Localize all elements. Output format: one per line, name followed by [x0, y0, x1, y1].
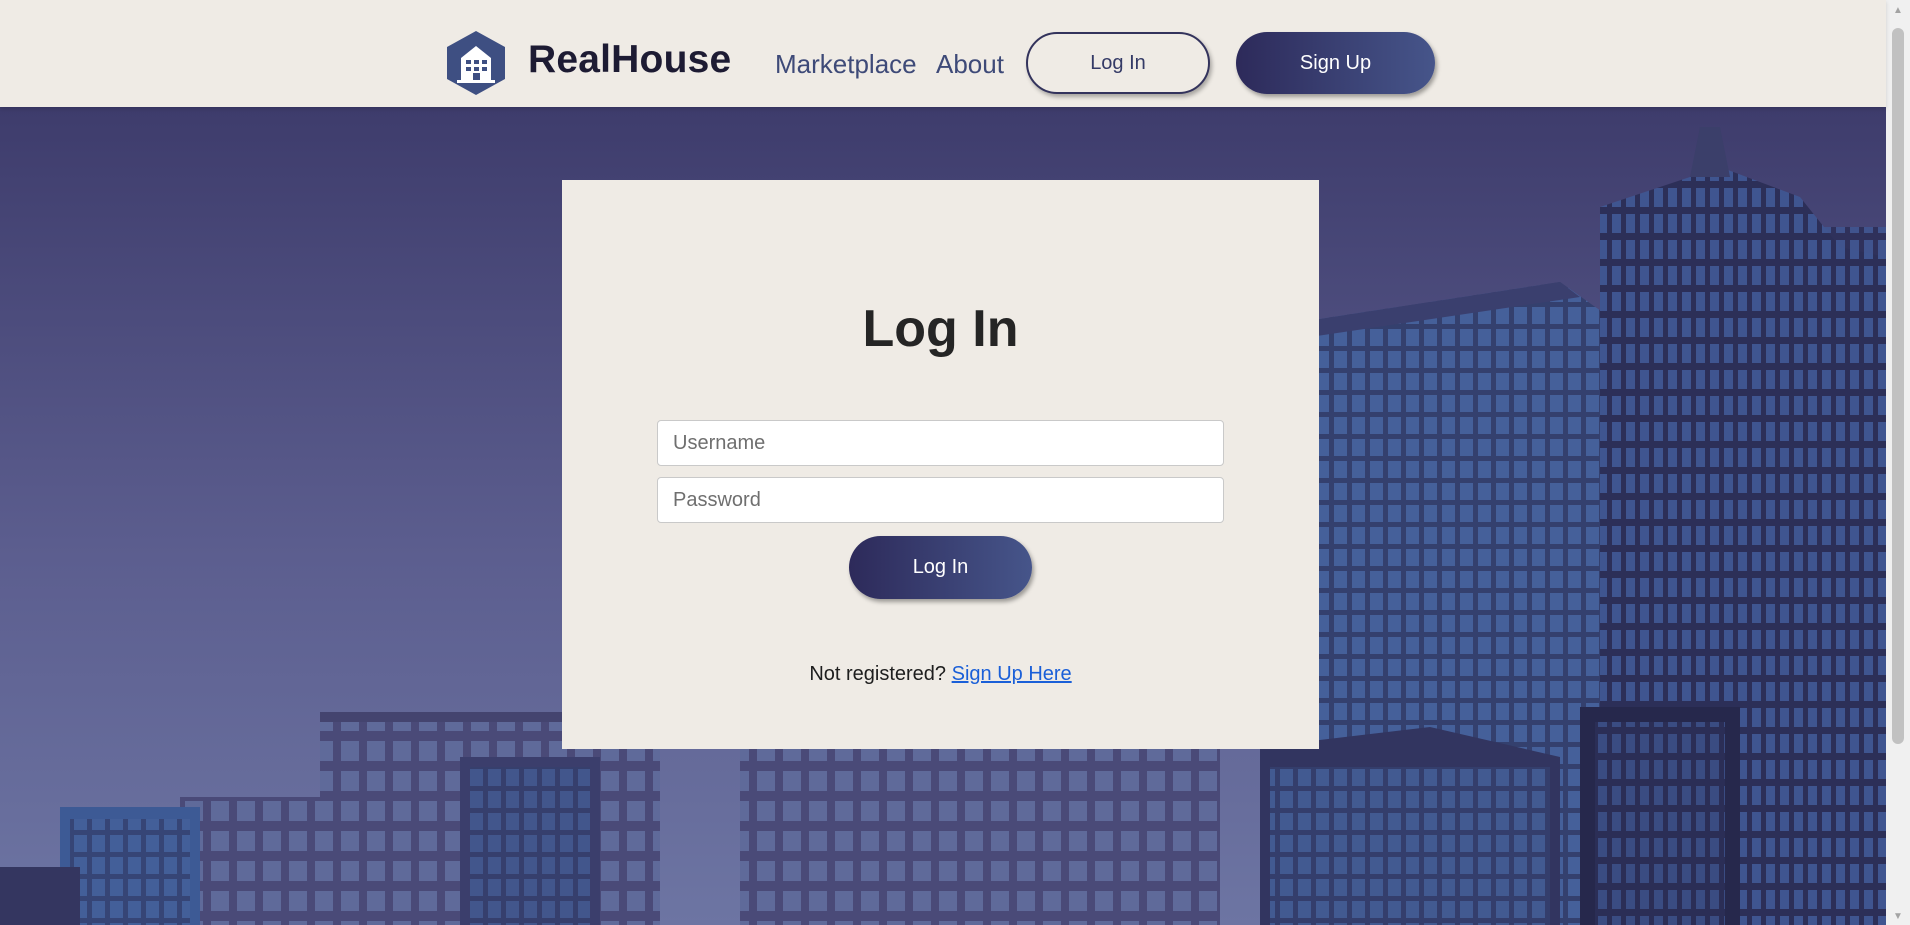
header-signup-button[interactable]: Sign Up	[1236, 32, 1435, 94]
register-prompt-text: Not registered?	[809, 663, 947, 685]
scroll-down-arrow-icon[interactable]: ▼	[1893, 911, 1903, 922]
signup-here-link[interactable]: Sign Up Here	[952, 663, 1072, 685]
login-submit-button[interactable]: Log In	[849, 536, 1032, 599]
login-card: Log In Log In Not registered? Sign Up He…	[562, 180, 1319, 749]
top-navigation-bar: RealHouse Marketplace About Log In Sign …	[0, 0, 1886, 107]
nav-link-marketplace[interactable]: Marketplace	[775, 49, 917, 80]
brand-name[interactable]: RealHouse	[528, 38, 731, 82]
scrollbar-thumb[interactable]	[1892, 28, 1904, 744]
login-title: Log In	[862, 300, 1019, 358]
scroll-up-arrow-icon[interactable]: ▲	[1893, 5, 1903, 16]
vertical-scrollbar[interactable]: ▲ ▼	[1886, 0, 1910, 925]
header-login-button[interactable]: Log In	[1026, 32, 1210, 94]
password-input[interactable]	[657, 477, 1224, 523]
register-prompt-line: Not registered? Sign Up Here	[562, 663, 1319, 686]
username-input[interactable]	[657, 420, 1224, 466]
building-icon[interactable]	[445, 30, 507, 96]
nav-link-about[interactable]: About	[936, 49, 1004, 80]
